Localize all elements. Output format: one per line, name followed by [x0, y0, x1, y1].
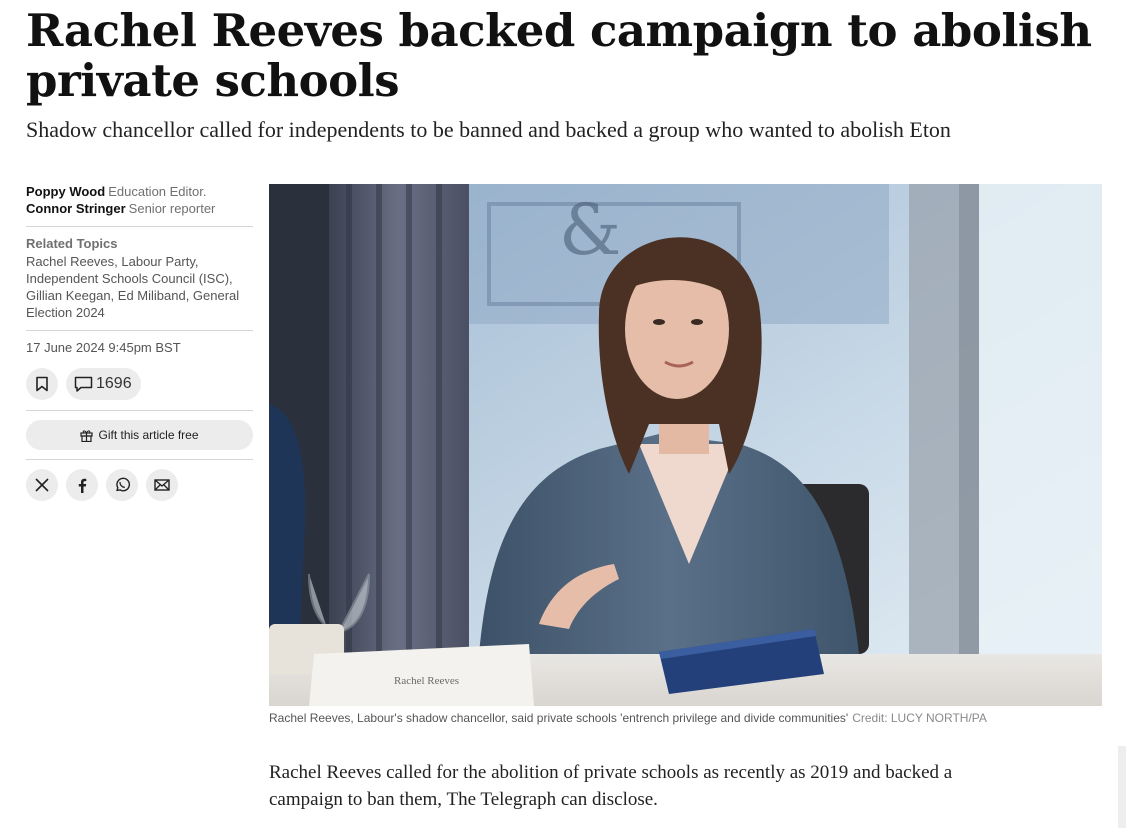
- comment-icon: [74, 376, 93, 392]
- article-lead-image: & Rachel Reeves: [269, 184, 1102, 706]
- related-topics-list[interactable]: Rachel Reeves, Labour Party, Independent…: [26, 253, 253, 321]
- gift-label: Gift this article free: [98, 428, 199, 442]
- comment-count: 1696: [96, 375, 132, 392]
- name-card-text: Rachel Reeves: [394, 675, 459, 687]
- share-buttons: [26, 469, 253, 501]
- article-headline: Rachel Reeves backed campaign to abolish…: [26, 4, 1092, 107]
- article-sidebar: Poppy Wood Education Editor. Connor Strin…: [26, 183, 253, 501]
- lead-photo: & Rachel Reeves: [269, 184, 1102, 706]
- author-name-link[interactable]: Connor Stringer: [26, 201, 126, 216]
- divider: [26, 459, 253, 460]
- svg-text:&: &: [559, 189, 621, 271]
- published-date: 17 June 2024 9:45pm BST: [26, 340, 181, 355]
- author-role: Senior reporter: [128, 201, 216, 216]
- share-whatsapp-button[interactable]: [106, 469, 138, 501]
- divider: [26, 226, 253, 227]
- share-x-button[interactable]: [26, 469, 58, 501]
- author-name-link[interactable]: Poppy Wood: [26, 184, 105, 199]
- gift-article-button[interactable]: Gift this article free: [26, 420, 253, 450]
- comments-button[interactable]: 1696: [66, 368, 141, 400]
- article-body-paragraph: Rachel Reeves called for the abolition o…: [269, 762, 953, 810]
- divider: [26, 410, 253, 411]
- author-role: Education Editor.: [108, 184, 207, 199]
- related-topics-heading: Related Topics: [26, 236, 118, 251]
- whatsapp-icon: [116, 477, 130, 492]
- article-actions: 1696: [26, 368, 253, 400]
- author-byline: Poppy Wood Education Editor.: [26, 183, 253, 200]
- divider: [26, 330, 253, 331]
- image-caption: Rachel Reeves, Labour's shadow chancello…: [269, 711, 1109, 725]
- page-scrollbar[interactable]: [1118, 746, 1126, 828]
- email-icon: [154, 479, 170, 491]
- gift-icon: [80, 429, 94, 442]
- image-credit: Credit: LUCY NORTH/PA: [852, 711, 987, 725]
- share-email-button[interactable]: [146, 469, 178, 501]
- facebook-icon: [78, 478, 87, 493]
- bookmark-button[interactable]: [26, 368, 58, 400]
- bookmark-icon: [36, 376, 48, 392]
- share-facebook-button[interactable]: [66, 469, 98, 501]
- article-standfirst: Shadow chancellor called for independent…: [26, 117, 951, 142]
- caption-text: Rachel Reeves, Labour's shadow chancello…: [269, 711, 849, 725]
- author-byline: Connor Stringer Senior reporter: [26, 200, 253, 217]
- x-icon: [35, 478, 49, 492]
